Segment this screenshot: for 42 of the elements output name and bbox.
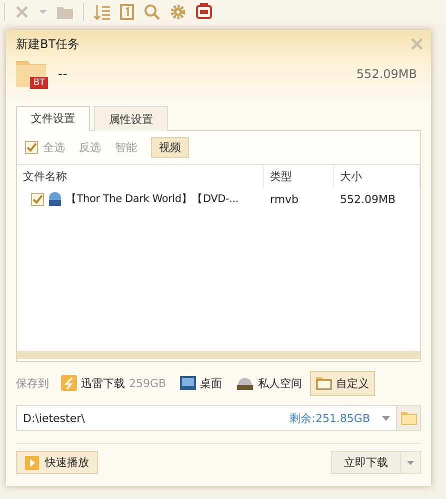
close-icon[interactable]	[411, 38, 423, 50]
location-button[interactable]: 桌面	[174, 370, 228, 396]
caret-icon[interactable]	[39, 9, 47, 15]
dropdown-caret-icon[interactable]	[382, 416, 390, 420]
location-button[interactable]: 迅雷下载 259GB	[55, 370, 172, 396]
dropdown-button[interactable]	[401, 451, 421, 474]
column-header[interactable]: 类型	[264, 165, 334, 188]
filter-toggle[interactable]: 视频	[151, 137, 189, 158]
caret-icon	[407, 460, 414, 464]
remaining-space: 剩余:251.85GB	[290, 410, 370, 426]
download-button[interactable]: 立即下载	[331, 451, 401, 474]
quick-play-button[interactable]: 快速播放	[16, 451, 98, 474]
sort-list-icon[interactable]	[94, 4, 110, 20]
torrent-name: --	[58, 66, 68, 82]
scrollbar[interactable]	[17, 351, 420, 359]
column-header[interactable]: 大小	[334, 165, 420, 188]
dialog-title: 新建BT任务	[16, 36, 80, 53]
close-icon[interactable]	[15, 5, 29, 19]
column-header[interactable]: 文件名称	[17, 165, 264, 188]
location-button[interactable]: 私人空间	[230, 370, 308, 396]
tab[interactable]: 属性设置	[94, 106, 168, 131]
calendar-icon[interactable]	[120, 4, 134, 20]
file-type-badge: BT	[30, 77, 48, 89]
browse-button[interactable]	[396, 406, 420, 430]
path-field[interactable]: D:\ietester\ 剩余:251.85GB	[16, 405, 421, 431]
monitor-icon	[180, 376, 196, 390]
settings-icon[interactable]	[170, 4, 186, 20]
torrent-size: 552.09MB	[356, 67, 417, 81]
free-space: 259GB	[129, 376, 166, 390]
location-button[interactable]: 自定义	[310, 370, 376, 396]
vip-icon[interactable]	[196, 3, 212, 21]
table-cell-text: rmvb	[269, 192, 300, 208]
file-name: 【Thor The Dark World】【DVD-...	[66, 192, 239, 206]
checkbox[interactable]	[25, 141, 38, 154]
save-label: 保存到	[16, 376, 49, 390]
search-icon[interactable]	[144, 4, 160, 20]
table-cell-text: 552.09MB	[339, 192, 397, 208]
path-input[interactable]: D:\ietester\	[17, 405, 290, 431]
video-file-icon	[48, 192, 62, 206]
checkbox[interactable]	[31, 192, 44, 206]
tab[interactable]: 文件设置	[16, 106, 90, 131]
play-icon	[25, 456, 39, 470]
